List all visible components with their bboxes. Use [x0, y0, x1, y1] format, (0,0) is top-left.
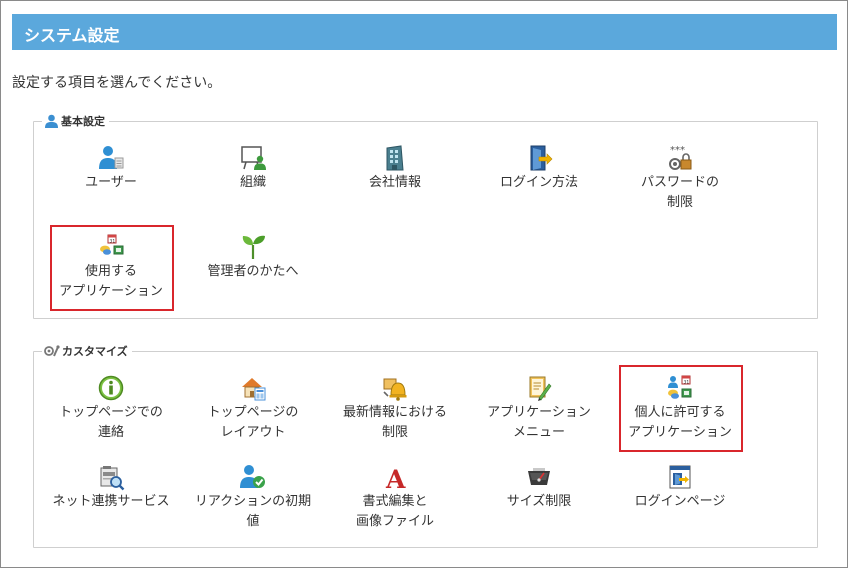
- item-user-label: ユーザー: [85, 175, 137, 190]
- item-login-method-label: ログイン方法: [499, 175, 578, 190]
- login-door-icon: [530, 145, 553, 171]
- svg-text:***: ***: [670, 145, 685, 156]
- highlight-apps-in-use: [50, 225, 174, 311]
- page-title: システム設定: [24, 26, 120, 45]
- gauge-icon: [528, 468, 550, 485]
- item-size-limit[interactable]: サイズ制限: [477, 463, 601, 512]
- item-top-page-notice[interactable]: トップページでの 連絡: [49, 374, 173, 443]
- item-password-limit[interactable]: *** パスワードの 制限: [618, 144, 742, 213]
- user-icon: [99, 146, 124, 169]
- settings-frame: システム設定 設定する項目を選んでください。 基本設定 ユーザー 組織 会社情報…: [0, 0, 848, 568]
- item-company-info[interactable]: 会社情報: [333, 144, 457, 193]
- password-lock-icon: ***: [669, 145, 692, 170]
- menu-pen-icon: [529, 376, 552, 401]
- net-service-icon: [100, 466, 125, 491]
- customize-legend: カスタマイズ: [42, 343, 132, 359]
- svg-text:A: A: [385, 465, 406, 491]
- info-icon: [98, 375, 124, 401]
- user-legend-icon: [45, 114, 58, 128]
- item-organization[interactable]: 組織: [191, 144, 315, 193]
- item-top-page-layout-label: トップページの レイアウト: [207, 405, 299, 440]
- intro-text: 設定する項目を選んでください。: [12, 75, 222, 91]
- item-password-limit-label: パスワードの 制限: [640, 175, 719, 210]
- basic-settings-legend-label: 基本設定: [61, 115, 105, 128]
- item-for-admins-label: 管理者のかたへ: [207, 264, 299, 279]
- item-top-page-notice-label: トップページでの 連絡: [59, 405, 163, 440]
- home-layout-icon: [242, 378, 266, 401]
- organization-icon: [241, 146, 266, 170]
- sprout-icon: [242, 235, 265, 259]
- item-net-service-label: ネット連携サービス: [52, 494, 170, 509]
- customize-legend-label: カスタマイズ: [62, 345, 128, 358]
- item-user[interactable]: ユーザー: [49, 144, 173, 193]
- page-header: システム設定: [12, 14, 837, 50]
- highlight-personal-apps: [619, 365, 743, 452]
- reaction-user-icon: [240, 465, 265, 488]
- item-login-method[interactable]: ログイン方法: [477, 144, 601, 193]
- item-login-page-label: ログインページ: [634, 494, 726, 509]
- item-login-page[interactable]: ログインページ: [618, 463, 742, 512]
- item-app-menu[interactable]: アプリケーション メニュー: [477, 374, 601, 443]
- customize-legend-icon: [44, 345, 60, 357]
- item-news-restriction-label: 最新情報における 制限: [342, 405, 447, 440]
- item-organization-label: 組織: [239, 175, 266, 190]
- item-for-admins[interactable]: 管理者のかたへ: [191, 233, 315, 282]
- basic-settings-legend: 基本設定: [42, 113, 109, 129]
- item-company-info-label: 会社情報: [368, 175, 421, 190]
- item-reaction-default[interactable]: リアクションの初期値: [191, 463, 315, 532]
- building-icon: [386, 145, 404, 171]
- item-news-restriction[interactable]: 最新情報における 制限: [333, 374, 457, 443]
- item-size-limit-label: サイズ制限: [506, 494, 572, 509]
- item-reaction-default-label: リアクションの初期値: [194, 494, 312, 529]
- format-a-icon: A: [385, 465, 406, 491]
- item-net-service[interactable]: ネット連携サービス: [49, 463, 173, 512]
- login-page-icon: [669, 465, 691, 489]
- item-format-images-label: 書式編集と 画像ファイル: [355, 494, 434, 529]
- item-top-page-layout[interactable]: トップページの レイアウト: [191, 374, 315, 443]
- bell-icon: [383, 378, 407, 401]
- item-app-menu-label: アプリケーション メニュー: [487, 405, 591, 440]
- item-format-images[interactable]: A 書式編集と 画像ファイル: [333, 463, 457, 532]
